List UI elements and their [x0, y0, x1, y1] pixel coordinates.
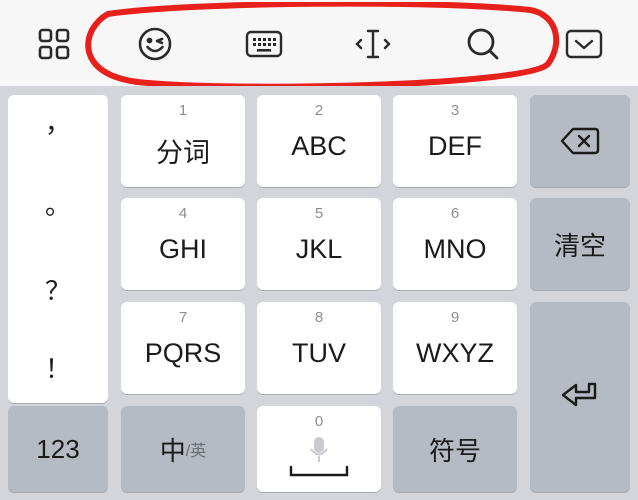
key-8-tuv[interactable]: 8 TUV — [257, 302, 381, 394]
key-0-space[interactable]: 0 — [257, 406, 381, 492]
key-number: 9 — [450, 309, 460, 326]
clear-key[interactable]: 清空 — [530, 198, 630, 290]
punctuation-column[interactable]: ， 。 ？ ！ — [8, 95, 108, 403]
numbers-key[interactable]: 123 — [8, 406, 108, 492]
punct-comma[interactable]: ， — [8, 103, 108, 140]
clear-key-label: 清空 — [553, 230, 606, 261]
emoji-icon[interactable] — [133, 22, 177, 66]
symbols-key[interactable]: 符号 — [393, 406, 517, 492]
key-3-def[interactable]: 3 DEF — [393, 95, 517, 187]
enter-icon — [530, 302, 630, 492]
language-toggle-label: 中/英 — [121, 406, 245, 492]
space-bar-icon — [289, 464, 349, 477]
enter-key[interactable] — [530, 302, 630, 492]
microphone-icon — [309, 436, 329, 466]
key-5-jkl[interactable]: 5 JKL — [257, 198, 381, 290]
hide-keyboard-icon[interactable] — [562, 22, 606, 66]
key-1-fenci[interactable]: 1 分词 — [121, 95, 245, 187]
lang-sub: /英 — [185, 443, 207, 460]
cursor-icon[interactable] — [351, 22, 395, 66]
key-number: 0 — [314, 413, 324, 430]
key-number: 4 — [178, 205, 188, 222]
key-number: 1 — [178, 102, 188, 119]
key-2-abc[interactable]: 2 ABC — [257, 95, 381, 187]
key-number: 8 — [314, 309, 324, 326]
key-4-ghi[interactable]: 4 GHI — [121, 198, 245, 290]
symbols-key-label: 符号 — [428, 435, 481, 466]
key-number: 5 — [314, 205, 324, 222]
key-label: DEF — [428, 131, 482, 161]
key-label: MNO — [423, 234, 487, 264]
key-6-mno[interactable]: 6 MNO — [393, 198, 517, 290]
backspace-key[interactable] — [530, 95, 630, 187]
key-label: 分词 — [156, 138, 210, 168]
keyboard-toolbar — [0, 0, 638, 86]
backspace-icon — [530, 95, 630, 187]
key-number: 6 — [450, 205, 460, 222]
key-number: 2 — [314, 102, 324, 119]
key-7-pqrs[interactable]: 7 PQRS — [121, 302, 245, 394]
language-toggle-key[interactable]: 中/英 — [121, 406, 245, 492]
numbers-key-label: 123 — [36, 433, 80, 464]
key-label: JKL — [295, 234, 343, 264]
key-9-wxyz[interactable]: 9 WXYZ — [393, 302, 517, 394]
key-label: PQRS — [144, 338, 222, 368]
punct-period[interactable]: 。 — [8, 185, 108, 222]
apps-grid-icon[interactable] — [32, 22, 76, 66]
key-label: ABC — [291, 131, 347, 161]
keyboard-icon[interactable] — [242, 22, 286, 66]
key-number: 7 — [178, 309, 188, 326]
key-label: WXYZ — [416, 338, 494, 368]
punct-exclaim[interactable]: ！ — [8, 349, 108, 386]
key-number: 3 — [450, 102, 460, 119]
key-label: GHI — [158, 234, 207, 264]
keyboard-area: ， 。 ？ ！ 1 分词 2 ABC 3 DEF 4 GHI 5 JKL 6 M… — [0, 86, 638, 500]
search-icon[interactable] — [461, 22, 505, 66]
lang-main: 中 — [159, 435, 186, 466]
key-label: TUV — [292, 338, 346, 368]
punct-question[interactable]: ？ — [8, 271, 108, 308]
